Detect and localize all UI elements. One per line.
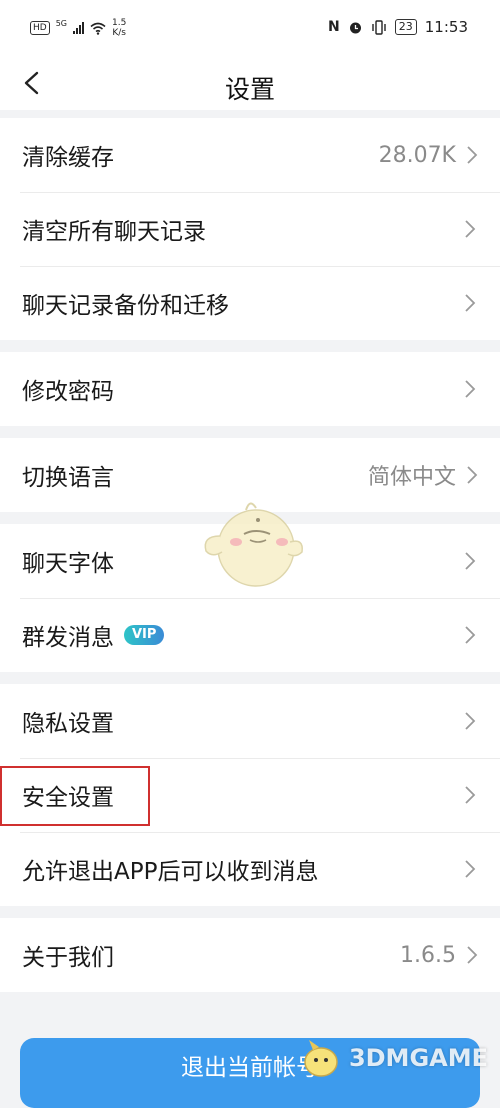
- chevron-right-icon: [465, 552, 476, 570]
- chevron-right-icon: [465, 860, 476, 878]
- row-label: 隐私设置: [22, 711, 114, 737]
- watermark-logo-icon: [304, 1040, 338, 1077]
- nfc-icon: N: [328, 19, 340, 35]
- settings-group-password: 修改密码: [0, 352, 500, 426]
- status-left: HD 5G 1.5 K/s: [30, 18, 126, 38]
- version-value: 1.6.5: [400, 942, 456, 968]
- mass-message-row[interactable]: 群发消息 VIP: [0, 598, 500, 672]
- settings-group-storage: 清除缓存 28.07K 清空所有聊天记录 聊天记录备份和迁移: [0, 118, 500, 340]
- watermark: 3DMGAME: [299, 1038, 488, 1078]
- speed-unit: K/s: [112, 28, 126, 38]
- hd-indicator: HD: [30, 21, 50, 35]
- clock: 11:53: [424, 18, 468, 36]
- row-label: 切换语言: [22, 465, 114, 491]
- vibrate-icon: [372, 19, 386, 35]
- chevron-right-icon: [465, 712, 476, 730]
- page-title: 设置: [224, 75, 275, 104]
- language-value: 简体中文: [367, 465, 456, 490]
- signal-icon: [73, 22, 84, 34]
- chevron-right-icon: [467, 946, 478, 964]
- chevron-right-icon: [465, 380, 476, 398]
- chevron-right-icon: [467, 466, 478, 484]
- clear-cache-row[interactable]: 清除缓存 28.07K: [0, 118, 500, 192]
- settings-group-about: 关于我们 1.6.5: [0, 918, 500, 992]
- row-label: 聊天字体: [22, 551, 114, 577]
- row-label: 修改密码: [22, 379, 114, 405]
- row-label: 群发消息: [22, 625, 114, 651]
- network-type: 5G: [55, 18, 67, 28]
- alarm-icon: [349, 22, 361, 33]
- row-label: 清空所有聊天记录: [22, 219, 206, 245]
- title-bar: 设置: [0, 58, 500, 110]
- row-label: 允许退出APP后可以收到消息: [22, 859, 319, 885]
- row-label: 聊天记录备份和迁移: [22, 293, 229, 319]
- watermark-text: 3DMGAME: [348, 1044, 488, 1072]
- highlight-box: [0, 766, 150, 826]
- chevron-right-icon: [467, 146, 478, 164]
- cache-size-value: 28.07K: [378, 142, 456, 168]
- chevron-right-icon: [465, 220, 476, 238]
- chevron-right-icon: [465, 294, 476, 312]
- privacy-settings-row[interactable]: 隐私设置: [0, 684, 500, 758]
- clear-chat-history-row[interactable]: 清空所有聊天记录: [0, 192, 500, 266]
- battery-icon: 23: [394, 19, 417, 35]
- about-us-row[interactable]: 关于我们 1.6.5: [0, 918, 500, 992]
- chat-backup-migrate-row[interactable]: 聊天记录备份和迁移: [0, 266, 500, 340]
- network-speed: 1.5 K/s: [112, 18, 126, 38]
- wifi-icon: [90, 22, 106, 35]
- change-password-row[interactable]: 修改密码: [0, 352, 500, 426]
- speed-value: 1.5: [112, 18, 127, 28]
- chevron-right-icon: [465, 626, 476, 644]
- status-right: N 23 11:53: [328, 18, 468, 36]
- row-label: 清除缓存: [22, 145, 114, 171]
- status-bar: HD 5G 1.5 K/s N 23 11:53: [0, 0, 500, 58]
- row-label: 关于我们: [22, 945, 114, 971]
- vip-badge: VIP: [124, 625, 165, 645]
- background-notify-row[interactable]: 允许退出APP后可以收到消息: [0, 832, 500, 906]
- chevron-right-icon: [465, 786, 476, 804]
- mascot-icon: [204, 502, 303, 587]
